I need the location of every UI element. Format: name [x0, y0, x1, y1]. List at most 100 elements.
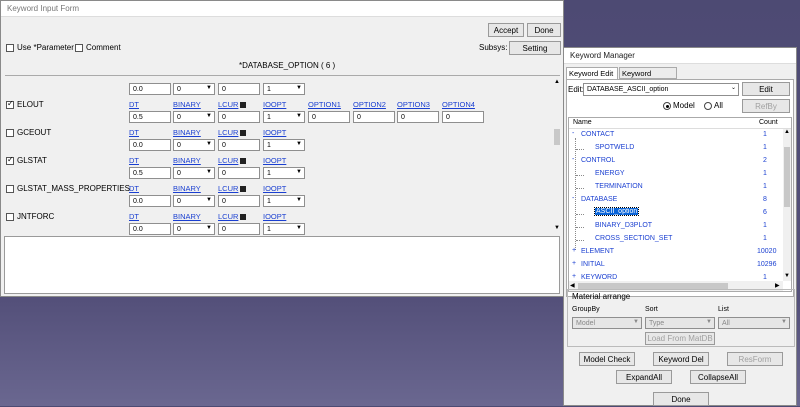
gceout-binary-combo[interactable]: 0 ▼ [173, 139, 215, 151]
collapse-all-button[interactable]: CollapseAll [690, 370, 746, 384]
gceout-ioopt-combo[interactable]: 1 ▼ [263, 139, 305, 151]
tree-item[interactable]: CROSS_SECTION_SET 1 [569, 234, 779, 247]
elout-option4-link[interactable]: OPTION4 [442, 100, 475, 109]
jntforc-binary-combo[interactable]: 0 ▼ [173, 223, 215, 235]
tree-item[interactable]: TERMINATION 1 [569, 182, 779, 195]
tab-keyword-edit[interactable]: Keyword Edit [566, 67, 618, 79]
expand-icon[interactable]: + [572, 273, 576, 280]
elout-ioopt-link[interactable]: IOOPT [263, 100, 286, 109]
jntforc-dt-link[interactable]: DT [129, 212, 139, 221]
glstat-mass-binary-combo[interactable]: 0 ▼ [173, 195, 215, 207]
gceout-dt-field[interactable]: 0.0 [129, 139, 171, 151]
tree-item[interactable]: - CONTROL 2 [569, 156, 779, 169]
glstat-ioopt-link[interactable]: IOOPT [263, 156, 286, 165]
glstat-mass-ioopt-combo[interactable]: 1 ▼ [263, 195, 305, 207]
elout-lcur-field[interactable]: 0 [218, 111, 260, 123]
radio-model[interactable] [663, 102, 671, 110]
jntforc-lcur-link[interactable]: LCUR [218, 212, 247, 221]
elout-option3-field[interactable]: 0 [397, 111, 439, 123]
comment-textarea[interactable] [4, 236, 560, 294]
elout-option1-link[interactable]: OPTION1 [308, 100, 341, 109]
tree-item[interactable]: BINARY_D3PLOT 1 [569, 221, 779, 234]
tree-scrollbar-thumb[interactable] [784, 147, 790, 207]
gceout-binary-link[interactable]: BINARY [173, 128, 201, 137]
radio-all[interactable] [704, 102, 712, 110]
elout-option2-link[interactable]: OPTION2 [353, 100, 386, 109]
elout-lcur-link[interactable]: LCUR [218, 100, 247, 109]
done-button[interactable]: Done [527, 23, 561, 37]
jntforc-ioopt-link[interactable]: IOOPT [263, 212, 286, 221]
form-scrollbar-thumb[interactable] [554, 129, 560, 145]
elout-binary-combo[interactable]: 0 ▼ [173, 111, 215, 123]
glstat-binary-link[interactable]: BINARY [173, 156, 201, 165]
gceout-ioopt-link[interactable]: IOOPT [263, 128, 286, 137]
refby-button[interactable]: RefBy [742, 99, 790, 113]
edit-button[interactable]: Edit [742, 82, 790, 96]
elout-option3-link[interactable]: OPTION3 [397, 100, 430, 109]
expand-icon[interactable]: + [572, 247, 576, 254]
tree-item[interactable]: + ELEMENT 10020 [569, 247, 779, 260]
head-ioopt-combo[interactable]: 1 ▼ [263, 83, 305, 95]
form-scrollbar[interactable]: ▲ ▼ [553, 79, 561, 233]
glstat-lcur-field[interactable]: 0 [218, 167, 260, 179]
glstat-mass-lcur-link[interactable]: LCUR [218, 184, 247, 193]
glstat-mass-ioopt-link[interactable]: IOOPT [263, 184, 286, 193]
expand-all-button[interactable]: ExpandAll [616, 370, 672, 384]
elout-dt-field[interactable]: 0.5 [129, 111, 171, 123]
jntforc-lcur-field[interactable]: 0 [218, 223, 260, 235]
accept-button[interactable]: Accept [488, 23, 524, 37]
elout-option4-field[interactable]: 0 [442, 111, 484, 123]
elout-dt-link[interactable]: DT [129, 100, 139, 109]
glstat-dt-link[interactable]: DT [129, 156, 139, 165]
manager-done-button[interactable]: Done [653, 392, 709, 406]
glstat-ioopt-combo[interactable]: 1 ▼ [263, 167, 305, 179]
glstat-mass-checkbox[interactable] [6, 185, 14, 193]
glstat-binary-combo[interactable]: 0 ▼ [173, 167, 215, 179]
jntforc-dt-field[interactable]: 0.0 [129, 223, 171, 235]
head-lcur-field[interactable]: 0 [218, 83, 260, 95]
tree-item[interactable]: SPOTWELD 1 [569, 143, 779, 156]
head-binary-combo[interactable]: 0 ▼ [173, 83, 215, 95]
glstat-lcur-link[interactable]: LCUR [218, 156, 247, 165]
elout-checkbox[interactable] [6, 99, 14, 109]
tab-keyword-search[interactable]: Keyword Search [619, 67, 677, 87]
edit-combo[interactable]: DATABASE_ASCII_option ⌄ [583, 83, 739, 96]
gceout-dt-link[interactable]: DT [129, 128, 139, 137]
sort-combo[interactable]: Type ▼ [645, 317, 715, 329]
jntforc-checkbox[interactable] [6, 213, 14, 221]
collapse-icon[interactable]: - [572, 156, 574, 163]
glstat-mass-binary-link[interactable]: BINARY [173, 184, 201, 193]
gceout-lcur-link[interactable]: LCUR [218, 128, 247, 137]
list-combo[interactable]: All ▼ [718, 317, 790, 329]
gceout-checkbox[interactable] [6, 129, 14, 137]
keyword-del-button[interactable]: Keyword Del [653, 352, 709, 366]
tree-item[interactable]: - DATABASE 8 [569, 195, 779, 208]
jntforc-ioopt-combo[interactable]: 1 ▼ [263, 223, 305, 235]
collapse-icon[interactable]: - [572, 195, 574, 202]
resform-button[interactable]: ResForm [727, 352, 783, 366]
glstat-mass-dt-field[interactable]: 0.0 [129, 195, 171, 207]
model-check-button[interactable]: Model Check [579, 352, 635, 366]
gceout-lcur-field[interactable]: 0 [218, 139, 260, 151]
expand-icon[interactable]: + [572, 260, 576, 267]
use-parameter-checkbox[interactable] [6, 44, 14, 52]
setting-button[interactable]: Setting [509, 41, 561, 55]
comment-checkbox[interactable] [75, 44, 83, 52]
load-from-matdb-button[interactable]: Load From MatDB [645, 332, 715, 345]
tree-item[interactable]: ENERGY 1 [569, 169, 779, 182]
tree-item[interactable]: + INITIAL 10296 [569, 260, 779, 273]
head-dt-field[interactable]: 0.0 [129, 83, 171, 95]
collapse-icon[interactable]: - [572, 130, 574, 137]
elout-option2-field[interactable]: 0 [353, 111, 395, 123]
groupby-combo[interactable]: Model ▼ [572, 317, 642, 329]
tree-item[interactable]: - CONTACT 1 [569, 130, 779, 143]
glstat-dt-field[interactable]: 0.5 [129, 167, 171, 179]
elout-binary-link[interactable]: BINARY [173, 100, 201, 109]
jntforc-binary-link[interactable]: BINARY [173, 212, 201, 221]
glstat-mass-lcur-field[interactable]: 0 [218, 195, 260, 207]
tree-scrollbar[interactable]: ▲ ▼ [783, 129, 791, 281]
elout-option1-field[interactable]: 0 [308, 111, 350, 123]
elout-ioopt-combo[interactable]: 1 ▼ [263, 111, 305, 123]
glstat-checkbox[interactable] [6, 155, 14, 165]
glstat-mass-dt-link[interactable]: DT [129, 184, 139, 193]
